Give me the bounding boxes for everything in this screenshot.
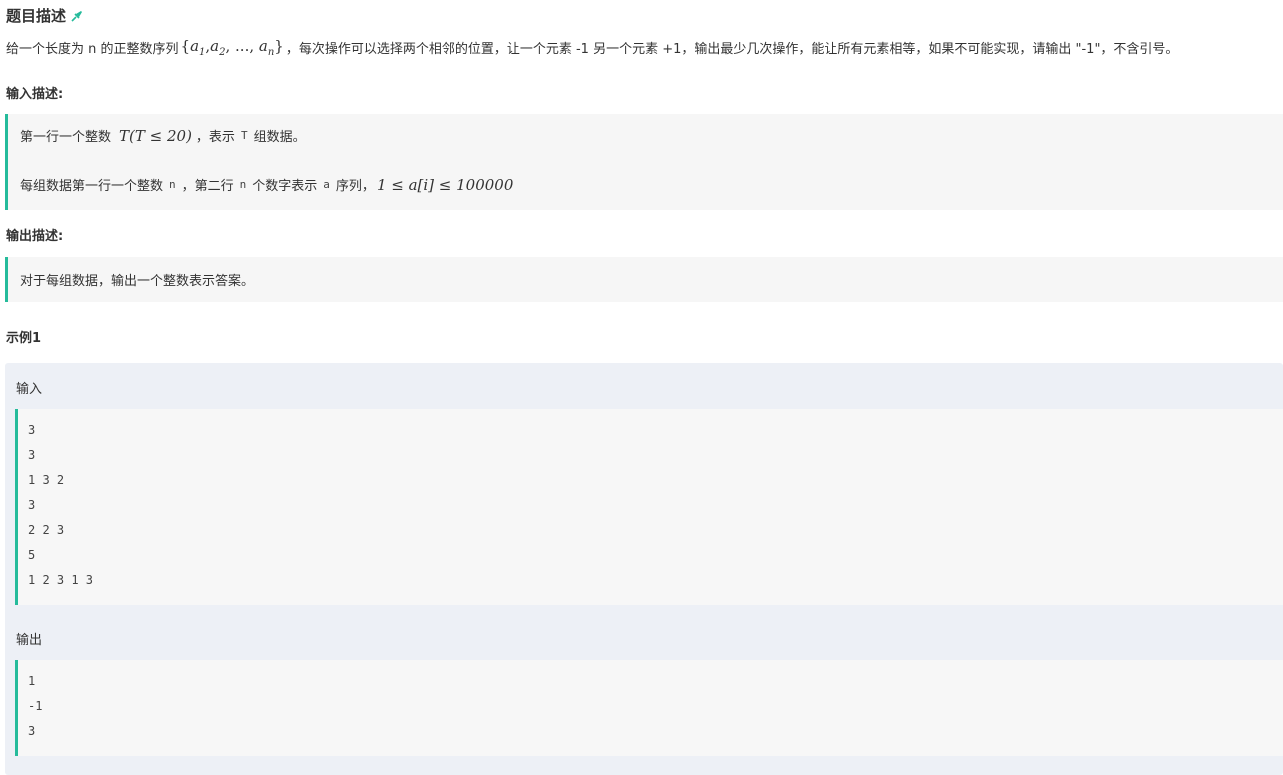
example-box: 输入 3 3 1 3 2 3 2 2 3 5 1 2 3 1 3 输出 1 -1… bbox=[5, 363, 1283, 775]
code-line: 3 bbox=[28, 448, 36, 462]
title-row: 题目描述 bbox=[6, 4, 84, 26]
output-description-block: 对于每组数据，输出一个整数表示答案。 bbox=[5, 257, 1283, 302]
pin-icon[interactable] bbox=[70, 8, 84, 22]
problem-description: 给一个长度为 n 的正整数序列 {a1,a2, ..., an} ，每次操作可以… bbox=[6, 37, 1178, 58]
code-line: 2 2 3 bbox=[28, 523, 65, 537]
input-description-label: 输入描述: bbox=[6, 87, 64, 102]
sequence-math: {a1,a2, ..., an} bbox=[180, 37, 284, 58]
example-output-code[interactable]: 1 -1 3 bbox=[15, 660, 1283, 756]
code-line: 3 bbox=[28, 724, 36, 738]
code-line: 1 3 2 bbox=[28, 473, 65, 487]
input-line-1: 第一行一个整数 T(T ≤ 20) ，表示 T 组数据。 bbox=[20, 126, 306, 146]
code-line: 5 bbox=[28, 548, 36, 562]
code-line: 1 bbox=[28, 674, 36, 688]
input-line-2: 每组数据第一行一个整数 n ，第二行 n 个数字表示 a 序列， 1 ≤ a[i… bbox=[20, 175, 514, 195]
output-description-label: 输出描述: bbox=[6, 229, 64, 244]
example-heading: 示例1 bbox=[6, 331, 42, 346]
description-text-after: ，每次操作可以选择两个相邻的位置，让一个元素 -1 另一个元素 +1，输出最少几… bbox=[285, 42, 1179, 57]
description-text-before: 给一个长度为 n 的正整数序列 bbox=[6, 42, 179, 57]
page-title: 题目描述 bbox=[6, 6, 67, 25]
problem-page: 题目描述 给一个长度为 n 的正整数序列 {a1,a2, ..., an} ，每… bbox=[0, 0, 1283, 775]
example-output-label: 输出 bbox=[16, 633, 43, 648]
code-line: 3 bbox=[28, 423, 36, 437]
example-input-code[interactable]: 3 3 1 3 2 3 2 2 3 5 1 2 3 1 3 bbox=[15, 409, 1283, 605]
code-line: 3 bbox=[28, 498, 36, 512]
output-line-1: 对于每组数据，输出一个整数表示答案。 bbox=[20, 274, 255, 289]
code-line: -1 bbox=[28, 699, 43, 713]
example-input-label: 输入 bbox=[16, 382, 43, 397]
input-description-block: 第一行一个整数 T(T ≤ 20) ，表示 T 组数据。 每组数据第一行一个整数… bbox=[5, 114, 1283, 210]
code-line: 1 2 3 1 3 bbox=[28, 573, 94, 587]
